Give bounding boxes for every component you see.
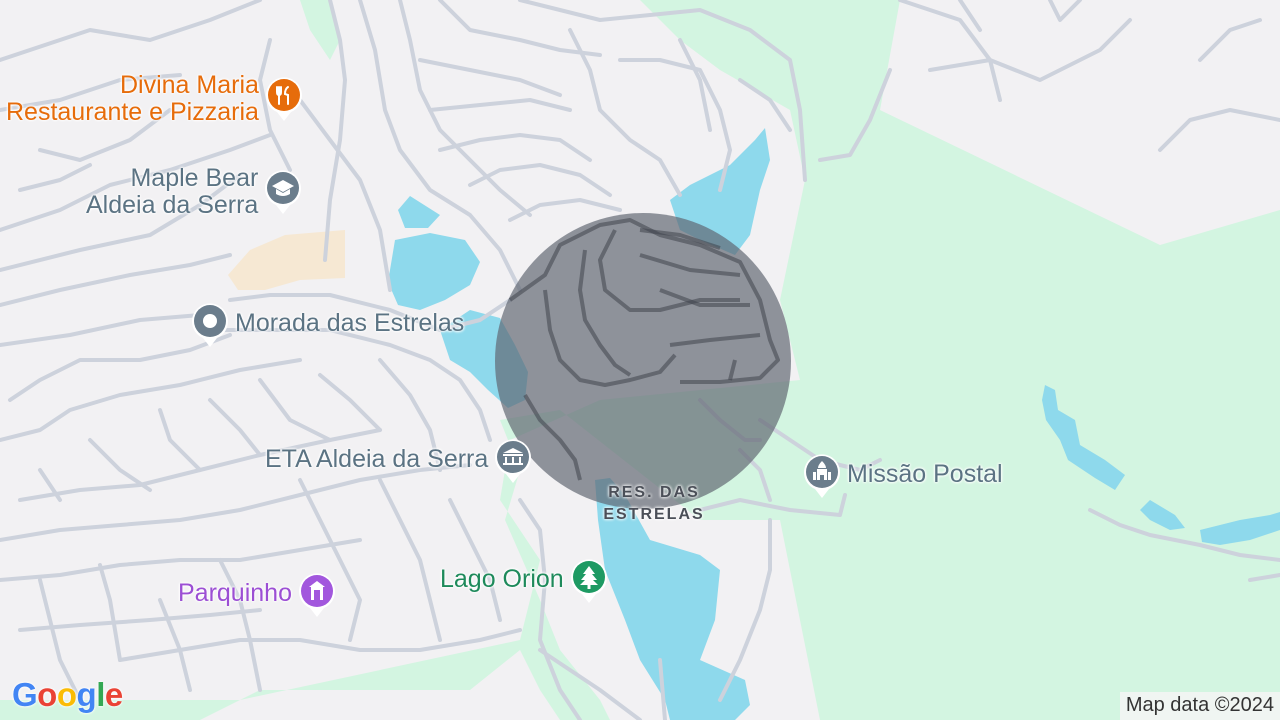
logo-letter: o [56,676,77,713]
poi-morada-das-estrelas[interactable]: Morada das Estrelas [191,302,464,348]
poi-lago-orion[interactable]: Lago Orion [440,558,608,604]
poi-missao-postal[interactable]: Missão Postal [803,453,1003,499]
logo-letter: l [96,676,105,713]
poi-divina-maria[interactable]: Divina Maria Restaurante e Pizzaria [6,72,303,126]
worship-icon [803,453,841,499]
radius-overlay[interactable] [495,213,791,509]
map-attribution[interactable]: Map data ©2024 [1119,692,1280,720]
restaurant-icon [265,76,303,122]
poi-maple-bear-label: Maple Bear Aldeia da Serra [86,164,259,219]
logo-letter: e [104,676,123,713]
logo-letter: o [37,676,57,713]
poi-lago-orion-label: Lago Orion [440,564,564,593]
poi-eta-label: ETA Aldeia da Serra [265,444,489,473]
poi-maple-bear[interactable]: Maple Bear Aldeia da Serra [86,165,302,219]
poi-missao-label: Missão Postal [847,459,1003,488]
playground-icon [298,572,336,618]
water-treatment-icon [494,438,532,484]
park-tree-icon [570,558,608,604]
poi-parquinho-label: Parquinho [178,578,292,607]
poi-divina-maria-label: Divina Maria Restaurante e Pizzaria [6,71,259,126]
poi-morada-label: Morada das Estrelas [235,308,465,337]
poi-parquinho[interactable]: Parquinho [178,572,336,618]
poi-eta-aldeia-da-serra[interactable]: ETA Aldeia da Serra [265,438,532,484]
google-logo: Google [12,676,123,714]
area-label-res-das-estrelas: RES. DAS ESTRELAS [603,484,705,523]
logo-letter: G [12,676,38,713]
logo-letter: g [76,676,97,713]
school-icon [264,169,302,215]
place-pin-icon [191,302,229,348]
